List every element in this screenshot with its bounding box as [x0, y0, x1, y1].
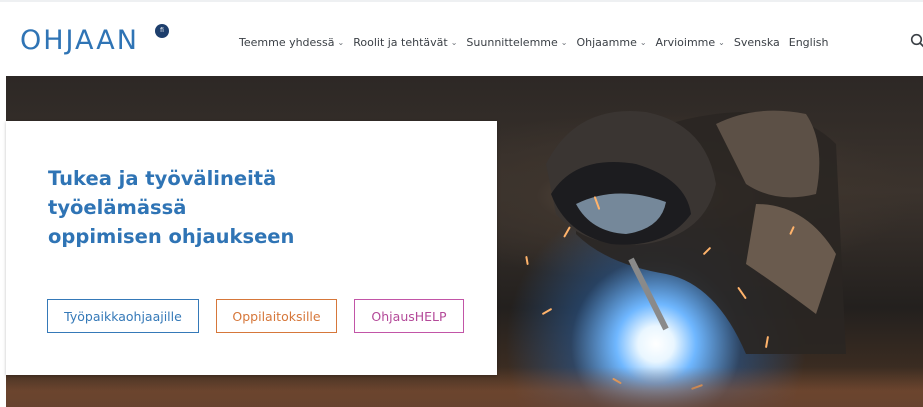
- tyopaikkaohjaajille-button[interactable]: Työpaikkaohjaajille: [47, 299, 199, 333]
- hero-title-line: Tukea ja työvälineitä: [48, 167, 277, 190]
- logo-text: OHJAAN: [20, 25, 139, 56]
- nav-item-teemme-yhdessa[interactable]: Teemme yhdessä ⌄: [239, 36, 344, 49]
- chevron-down-icon: ⌄: [718, 37, 725, 47]
- main-nav: Teemme yhdessä ⌄ Roolit ja tehtävät ⌄ Su…: [239, 32, 837, 52]
- nav-item-label: Teemme yhdessä: [239, 35, 335, 49]
- nav-item-suunnittelemme[interactable]: Suunnittelemme ⌄: [466, 36, 567, 49]
- chevron-down-icon: ⌄: [450, 37, 458, 47]
- logo-badge: fi: [155, 24, 169, 38]
- site-header: OHJAAN fi Teemme yhdessä ⌄ Roolit ja teh…: [0, 0, 923, 76]
- hero-title: Tukea ja työvälineitä työelämässä oppimi…: [48, 164, 468, 251]
- nav-item-label: Roolit ja tehtävät: [353, 35, 448, 49]
- nav-item-label: English: [788, 35, 829, 49]
- hero-card: Tukea ja työvälineitä työelämässä oppimi…: [6, 121, 497, 375]
- ohjaushelp-button[interactable]: OhjausHELP: [354, 299, 464, 333]
- nav-item-label: Svenska: [733, 35, 780, 49]
- welder-illustration: [546, 110, 846, 354]
- nav-item-label: Ohjaamme: [576, 35, 637, 49]
- hero-title-line: työelämässä: [48, 196, 187, 219]
- chevron-down-icon: ⌄: [560, 37, 568, 47]
- nav-item-arvioimme[interactable]: Arvioimme ⌄: [656, 36, 725, 49]
- nav-item-label: Suunnittelemme: [466, 35, 558, 49]
- nav-item-svenska[interactable]: Svenska: [734, 36, 780, 49]
- search-icon[interactable]: [910, 33, 923, 49]
- nav-item-label: Arvioimme: [655, 35, 716, 49]
- nav-item-roolit-ja-tehtavat[interactable]: Roolit ja tehtävät ⌄: [353, 36, 457, 49]
- nav-item-ohjaamme[interactable]: Ohjaamme ⌄: [576, 36, 646, 49]
- nav-item-english[interactable]: English: [789, 36, 829, 49]
- hero-title-line: oppimisen ohjaukseen: [48, 225, 295, 248]
- oppilaitoksille-button[interactable]: Oppilaitoksille: [216, 299, 337, 333]
- site-logo[interactable]: OHJAAN fi: [20, 24, 169, 58]
- chevron-down-icon: ⌄: [337, 37, 345, 47]
- chevron-down-icon: ⌄: [639, 37, 647, 47]
